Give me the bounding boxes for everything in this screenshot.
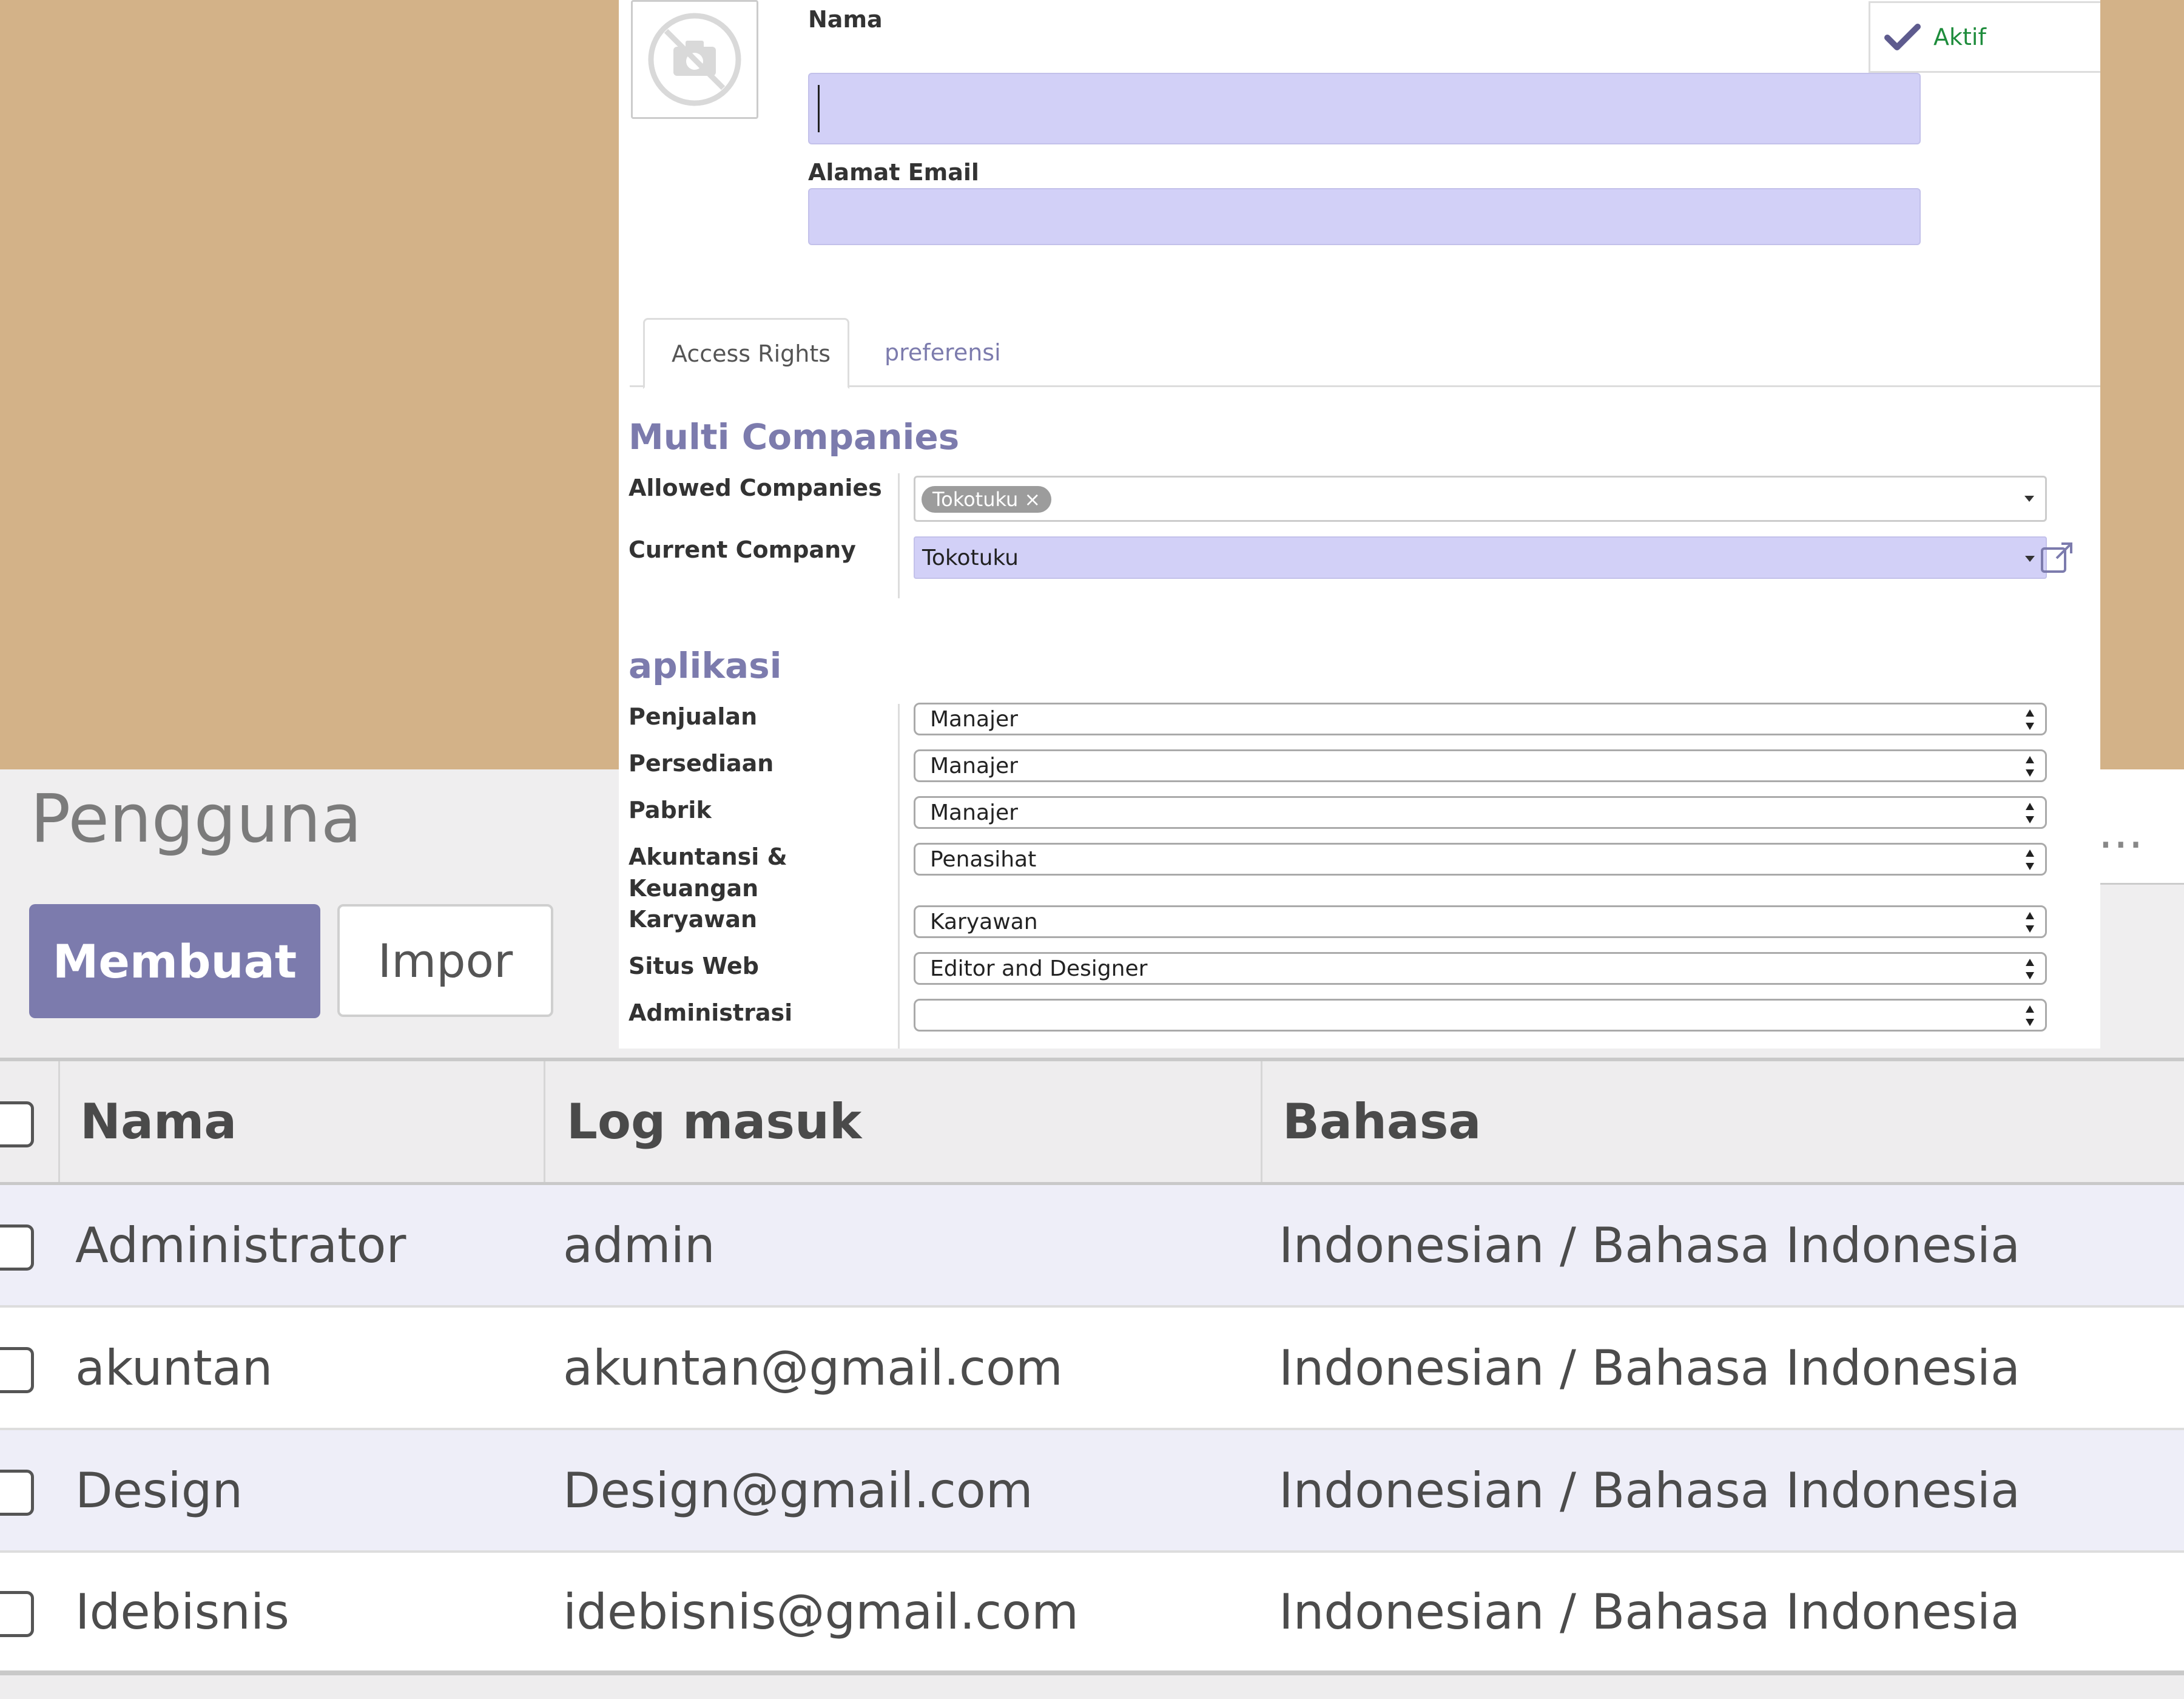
app-label-website: Situs Web	[629, 953, 759, 979]
sales-access-value: Manajer	[930, 706, 1018, 732]
table-row[interactable]: akuntan akuntan@gmail.com Indonesian / B…	[0, 1308, 2184, 1430]
chevron-down-icon[interactable]	[2025, 556, 2035, 562]
tab-access-rights[interactable]: Access Rights	[643, 318, 849, 389]
app-label-employees: Karyawan	[629, 906, 758, 933]
select-arrows-icon	[2026, 803, 2034, 823]
column-header-name[interactable]: Nama	[80, 1061, 237, 1182]
website-access-value: Editor and Designer	[930, 956, 1148, 981]
employees-access-value: Karyawan	[930, 909, 1038, 934]
administration-access-select[interactable]	[914, 999, 2047, 1032]
select-arrows-icon	[2026, 912, 2034, 933]
tag-remove-icon[interactable]: ×	[1024, 488, 1040, 511]
table-row[interactable]: Idebisnis idebisnis@gmail.com Indonesian…	[0, 1553, 2184, 1675]
active-label: Aktif	[1933, 24, 1986, 50]
column-divider	[1261, 1061, 1262, 1182]
cell-language: Indonesian / Bahasa Indonesia	[1279, 1217, 2021, 1274]
row-checkbox[interactable]	[0, 1591, 34, 1637]
cell-name: Design	[75, 1462, 243, 1519]
email-input[interactable]	[808, 188, 1921, 245]
cell-login: Design@gmail.com	[563, 1462, 1033, 1519]
email-label: Alamat Email	[808, 159, 979, 186]
allowed-companies-field[interactable]: Tokotuku ×	[914, 476, 2047, 522]
sales-access-select[interactable]: Manajer	[914, 703, 2047, 735]
cell-login: akuntan@gmail.com	[563, 1339, 1063, 1396]
label-column-divider	[898, 473, 900, 598]
column-header-login[interactable]: Log masuk	[567, 1061, 861, 1182]
cell-name: Idebisnis	[75, 1583, 289, 1640]
app-label-accounting: Akuntansi & Keuangan	[629, 843, 787, 902]
name-label: Nama	[808, 6, 883, 33]
column-header-language[interactable]: Bahasa	[1282, 1061, 1481, 1182]
cell-language: Indonesian / Bahasa Indonesia	[1279, 1339, 2021, 1396]
current-company-value: Tokotuku	[922, 545, 1019, 570]
allowed-companies-label: Allowed Companies	[629, 475, 882, 501]
app-label-administration: Administrasi	[629, 999, 793, 1026]
inventory-access-value: Manajer	[930, 753, 1018, 779]
no-camera-icon	[648, 13, 741, 106]
employees-access-select[interactable]: Karyawan	[914, 905, 2047, 938]
cell-login: admin	[563, 1217, 715, 1274]
active-toggle-button[interactable]: Aktif	[1869, 1, 2100, 73]
table-header: Nama Log masuk Bahasa	[0, 1058, 2184, 1185]
accounting-access-value: Penasihat	[930, 846, 1037, 872]
app-label-manufacturing: Pabrik	[629, 797, 712, 823]
accounting-access-select[interactable]: Penasihat	[914, 843, 2047, 876]
column-divider	[544, 1061, 545, 1182]
user-form: Nama Alamat Email Aktif Access Rights pr…	[619, 0, 2100, 1049]
external-link-icon[interactable]	[2038, 540, 2075, 576]
select-arrows-icon	[2026, 756, 2034, 777]
select-arrows-icon	[2026, 850, 2034, 870]
select-arrows-icon	[2026, 709, 2034, 730]
select-all-checkbox[interactable]	[0, 1101, 34, 1147]
current-company-label: Current Company	[629, 536, 856, 563]
company-tag-label: Tokotuku	[932, 488, 1019, 511]
app-label-inventory: Persediaan	[629, 750, 774, 777]
label-column-divider	[898, 704, 900, 1049]
checkmark-icon	[1884, 24, 1921, 50]
avatar-placeholder[interactable]	[631, 0, 758, 119]
table-row[interactable]: Design Design@gmail.com Indonesian / Bah…	[0, 1430, 2184, 1553]
text-caret	[818, 85, 820, 132]
name-input[interactable]	[808, 73, 1921, 144]
row-checkbox[interactable]	[0, 1224, 34, 1271]
app-label-sales: Penjualan	[629, 703, 758, 730]
applications-title: aplikasi	[629, 645, 782, 686]
users-table: Nama Log masuk Bahasa Administrator admi…	[0, 1058, 2184, 1675]
page-title: Pengguna	[30, 780, 362, 857]
inventory-access-select[interactable]: Manajer	[914, 749, 2047, 782]
cell-language: Indonesian / Bahasa Indonesia	[1279, 1462, 2021, 1519]
table-row[interactable]: Administrator admin Indonesian / Bahasa …	[0, 1185, 2184, 1308]
manufacturing-access-value: Manajer	[930, 800, 1018, 825]
select-arrows-icon	[2026, 1005, 2034, 1026]
row-checkbox[interactable]	[0, 1347, 34, 1393]
website-access-select[interactable]: Editor and Designer	[914, 952, 2047, 985]
company-tag[interactable]: Tokotuku ×	[922, 486, 1052, 513]
manufacturing-access-select[interactable]: Manajer	[914, 796, 2047, 829]
cell-name: Administrator	[75, 1217, 406, 1274]
cell-language: Indonesian / Bahasa Indonesia	[1279, 1583, 2021, 1640]
column-divider	[58, 1061, 60, 1182]
cell-login: idebisnis@gmail.com	[563, 1583, 1079, 1640]
import-button[interactable]: Impor	[337, 904, 553, 1017]
chevron-down-icon[interactable]	[2024, 496, 2034, 502]
tab-preferences[interactable]: preferensi	[885, 318, 1001, 387]
current-company-field[interactable]: Tokotuku	[914, 536, 2047, 579]
multi-companies-title: Multi Companies	[629, 416, 960, 458]
row-checkbox[interactable]	[0, 1470, 34, 1516]
select-arrows-icon	[2026, 959, 2034, 979]
create-button[interactable]: Membuat	[29, 904, 320, 1018]
form-tabs: Access Rights preferensi	[630, 318, 2100, 389]
cell-name: akuntan	[75, 1339, 273, 1396]
